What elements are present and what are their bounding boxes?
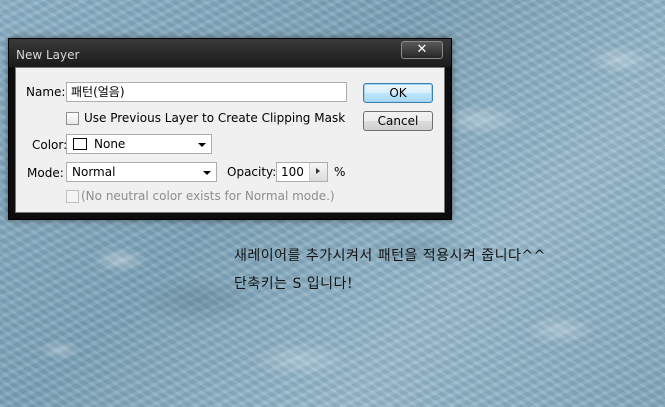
dialog-title: New Layer [16,48,80,62]
close-button[interactable]: ✕ [401,41,443,59]
dialog-titlebar[interactable]: New Layer ✕ [9,39,451,67]
color-swatch [73,138,87,150]
new-layer-dialog: New Layer ✕ Name: 패턴(얼음) Use Previous La… [8,38,452,220]
clipping-mask-checkbox[interactable] [66,112,79,125]
cancel-button[interactable]: Cancel [363,111,433,131]
mode-label: Mode: [27,166,64,180]
ok-button[interactable]: OK [363,83,433,103]
chevron-down-icon [203,171,211,175]
opacity-unit: % [334,165,346,179]
color-select-value: None [94,137,126,151]
neutral-color-checkbox [66,190,79,203]
opacity-stepper[interactable] [309,163,327,181]
layer-name-input[interactable]: 패턴(얼음) [66,82,347,102]
dialog-body: Name: 패턴(얼음) Use Previous Layer to Creat… [15,67,445,213]
chevron-down-icon [198,143,206,147]
opacity-field[interactable]: 100 [276,162,328,182]
close-icon: ✕ [416,42,428,57]
clipping-mask-label[interactable]: Use Previous Layer to Create Clipping Ma… [84,111,345,125]
neutral-color-label: (No neutral color exists for Normal mode… [81,189,335,203]
chevron-right-icon [316,168,320,174]
color-select[interactable]: None [66,134,212,154]
annotation-line-1: 새레이어를 추가시켜서 패턴을 적용시켜 줍니다^^ [234,248,546,264]
annotation-line-2: 단축키는 S 입니다! [234,276,354,292]
mode-select-value: Normal [72,165,116,179]
opacity-label: Opacity: [227,165,277,179]
color-label: Color: [32,138,68,152]
mode-select[interactable]: Normal [66,162,217,182]
opacity-value[interactable]: 100 [281,165,304,180]
name-label: Name: [26,85,66,99]
